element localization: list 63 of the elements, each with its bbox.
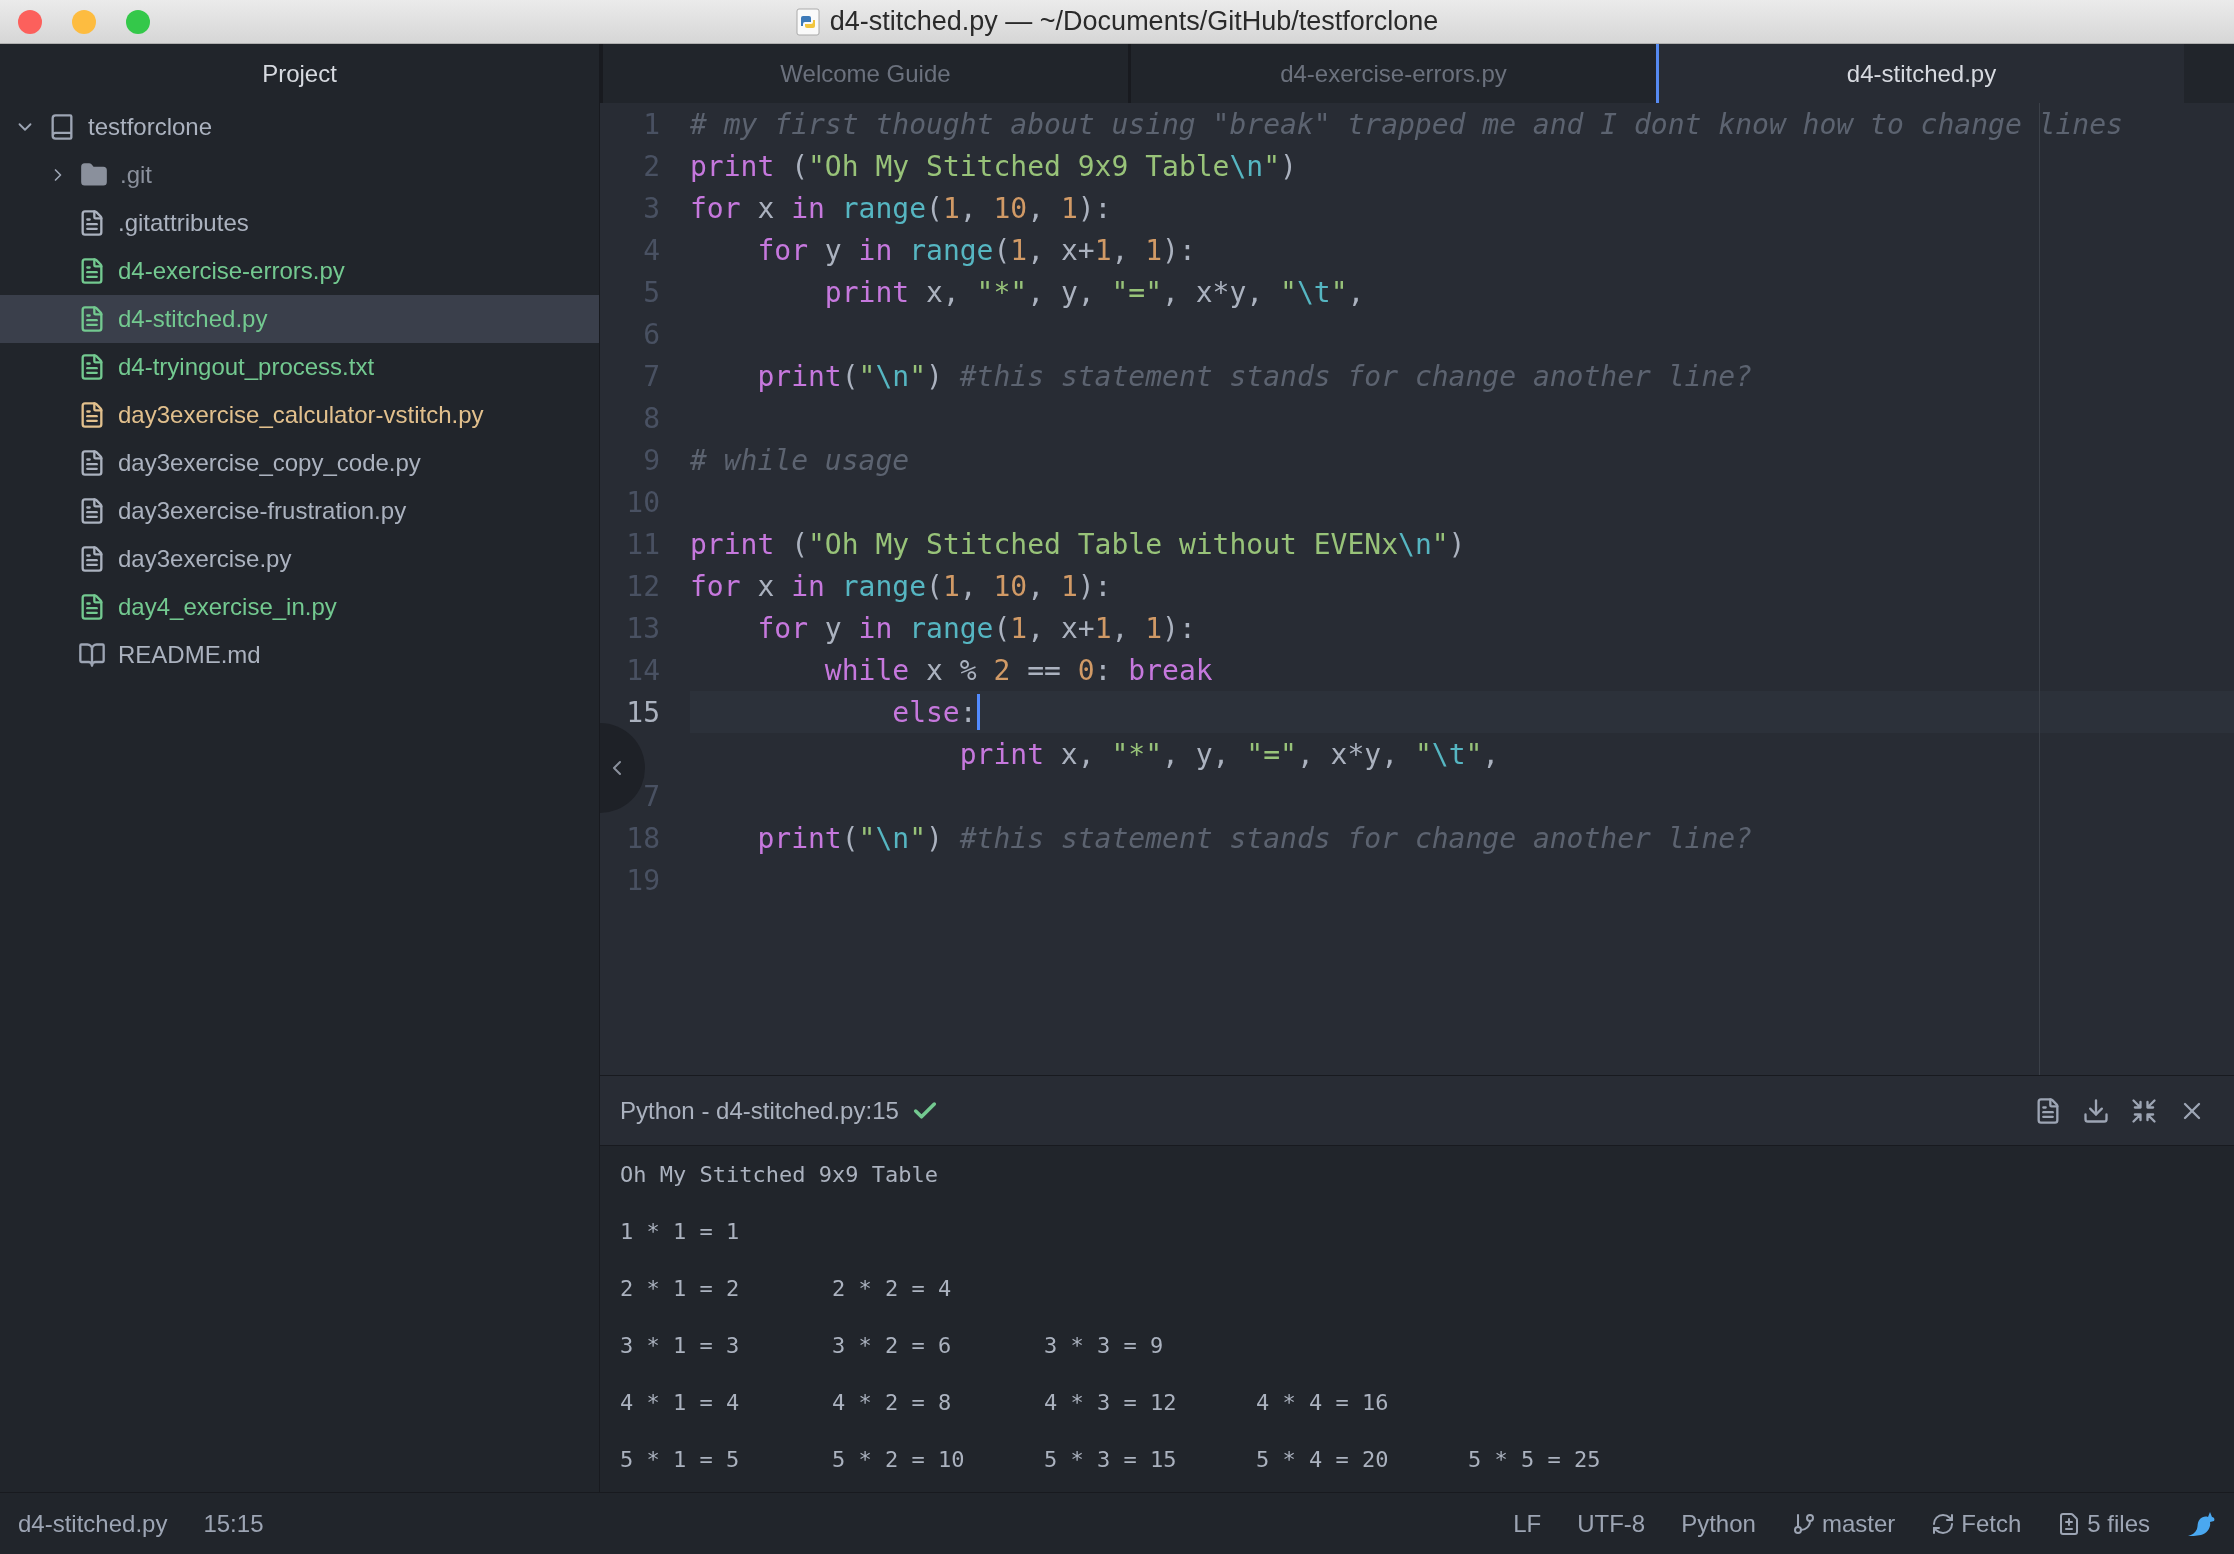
code-line: print x, "*", y, "=", x*y, "\t", — [958, 737, 1500, 771]
file-tree-item[interactable]: d4-exercise-errors.py — [0, 247, 599, 295]
fetch-button[interactable]: Fetch — [1961, 1509, 2022, 1538]
code-line: print("\n") #this statement stands for change another line? — [756, 359, 1753, 393]
window-title: d4-stitched.py — ~/Documents/GitHub/testforclone — [829, 6, 1439, 37]
code-line: print ("Oh My Stitched Table without EVENx\n") — [690, 527, 1466, 561]
output-text: 3 * 2 = 6 — [832, 1333, 953, 1358]
code-line: print x, "*", y, "=", x*y, "\t", — [823, 275, 1365, 309]
line-number: 15 — [626, 695, 660, 729]
file-tree-item[interactable]: d4-tryingout_process.txt — [0, 343, 599, 391]
file-tree-item[interactable]: d4-stitched.py — [0, 295, 599, 343]
output-text: 4 * 4 = 16 — [1256, 1390, 1390, 1415]
code-line: for y in range(1, x+1, 1): — [756, 611, 1196, 645]
encoding[interactable]: UTF-8 — [1577, 1509, 1646, 1538]
output-text: 1 * 1 = 1 — [620, 1219, 740, 1244]
file-tree-item[interactable]: .git — [0, 151, 599, 199]
status-file-name[interactable]: d4-stitched.py — [18, 1509, 168, 1538]
code-line: for x in range(1, 10, 1): — [690, 191, 1112, 225]
code-line: for x in range(1, 10, 1): — [690, 569, 1112, 603]
file-tree-item[interactable]: day3exercise_calculator-vstitch.py — [0, 391, 599, 439]
branch-name[interactable]: master — [1821, 1509, 1896, 1538]
download-icon — [2082, 1096, 2110, 1125]
output-text: 4 * 2 = 8 — [832, 1390, 953, 1415]
file-tree-item[interactable]: day3exercise-frustration.py — [0, 487, 599, 535]
line-ending[interactable]: LF — [1513, 1509, 1542, 1538]
folder-icon — [80, 161, 108, 189]
book-icon — [78, 641, 106, 669]
output-text: 3 * 1 = 3 — [620, 1333, 741, 1358]
output-text: 3 * 3 = 9 — [1044, 1333, 1165, 1358]
project-root-item[interactable]: testforclone — [0, 103, 599, 151]
output-text: 5 * 5 = 25 — [1468, 1447, 1602, 1472]
code-line: while x % 2 == 0: break — [823, 653, 1213, 687]
output-text: 5 * 1 = 5 — [620, 1447, 741, 1472]
output-text: 2 * 2 = 4 — [832, 1276, 953, 1301]
file-tree-item[interactable]: day3exercise.py — [0, 535, 599, 583]
code-line: # my first thought about using "break" trapped me and I dont know how to change lines — [690, 107, 2123, 141]
code-line: # while usage — [690, 443, 910, 477]
sync-icon — [1931, 1511, 1956, 1536]
file-tree-item[interactable]: day4_exercise_in.py — [0, 583, 599, 631]
output-text: 5 * 4 = 20 — [1256, 1447, 1390, 1472]
file-tree-item[interactable]: .gitattributes — [0, 199, 599, 247]
output-text: 5 * 3 = 15 — [1044, 1447, 1178, 1472]
panel-title: Project — [262, 59, 337, 88]
editor-tab[interactable]: d4-stitched.py — [1656, 44, 2184, 103]
changed-files[interactable]: 5 files — [2087, 1509, 2150, 1538]
output-text: 4 * 3 = 12 — [1044, 1390, 1178, 1415]
code-line: print("\n") #this statement stands for change another line? — [756, 821, 1753, 855]
file-tree-item[interactable]: README.md — [0, 631, 599, 679]
code-line: else: — [891, 695, 977, 729]
grammar[interactable]: Python — [1681, 1509, 1756, 1538]
cursor-position[interactable]: 15:15 — [203, 1509, 264, 1538]
branch-icon — [1791, 1511, 1816, 1536]
code-line: print ("Oh My Stitched 9x9 Table\n") — [690, 149, 1297, 183]
text-cursor — [976, 694, 980, 730]
output-text: 2 * 1 = 2 — [620, 1276, 741, 1301]
python-file-icon — [795, 7, 820, 36]
file-tree-item[interactable]: day3exercise_copy_code.py — [0, 439, 599, 487]
shrink-icon — [2130, 1096, 2158, 1125]
code-line: for y in range(1, x+1, 1): — [756, 233, 1196, 267]
panel-title: Python - d4-stitched.py:15 — [620, 1096, 899, 1125]
output-text: 5 * 2 = 10 — [832, 1447, 966, 1472]
output-text: 4 * 1 = 4 — [620, 1390, 741, 1415]
output-text: Oh My Stitched 9x9 Table — [620, 1162, 938, 1187]
